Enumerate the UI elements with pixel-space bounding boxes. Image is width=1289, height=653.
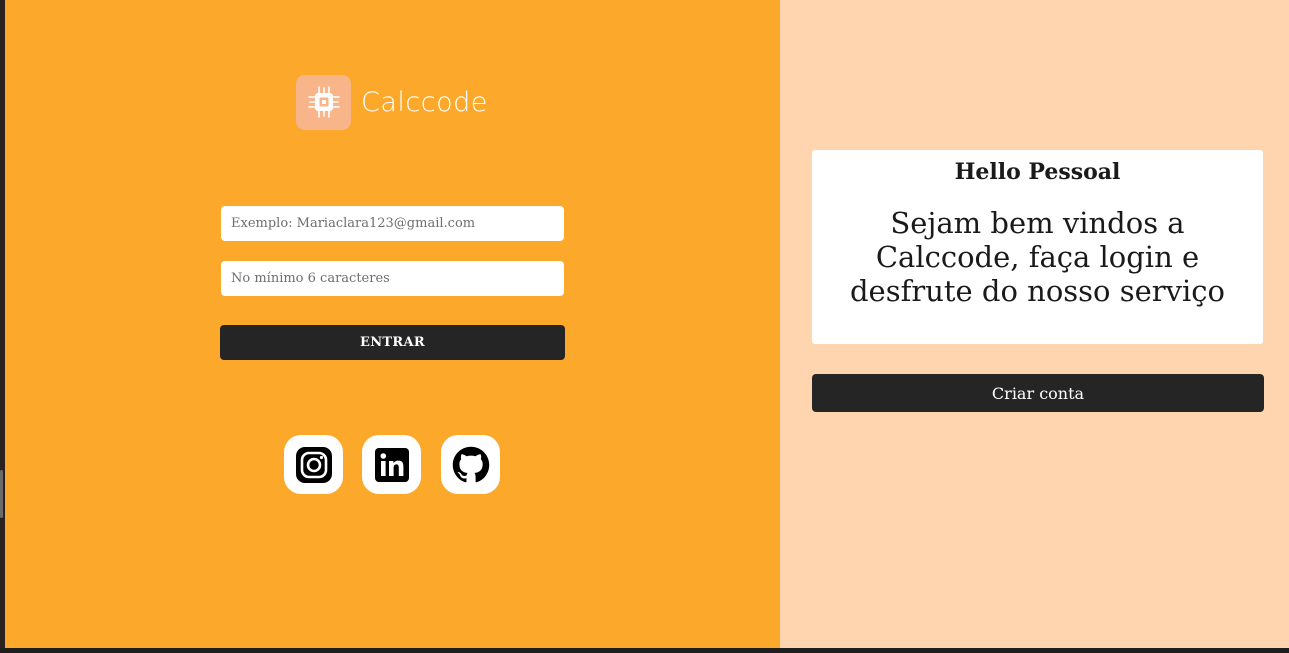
create-account-button[interactable]: Criar conta xyxy=(812,374,1264,412)
email-field[interactable] xyxy=(221,206,564,241)
scroll-handle[interactable] xyxy=(0,470,3,518)
instagram-icon xyxy=(295,446,332,483)
github-icon xyxy=(452,446,489,482)
welcome-card: Hello Pessoal Sejam bem vindos a Calccod… xyxy=(812,150,1263,344)
linkedin-icon xyxy=(374,447,409,482)
login-button[interactable]: ENTRAR xyxy=(220,325,565,360)
chip-icon xyxy=(296,74,351,130)
window-bottom-edge xyxy=(0,648,1289,653)
brand-name: Calccode xyxy=(361,86,488,118)
password-field[interactable] xyxy=(221,261,564,296)
welcome-message: Sejam bem vindos a Calccode, faça login … xyxy=(849,206,1225,308)
github-link[interactable] xyxy=(441,435,500,494)
instagram-link[interactable] xyxy=(284,435,343,494)
welcome-greeting: Hello Pessoal xyxy=(954,159,1121,185)
linkedin-link[interactable] xyxy=(362,435,421,494)
brand-logo: Calccode xyxy=(296,74,488,130)
